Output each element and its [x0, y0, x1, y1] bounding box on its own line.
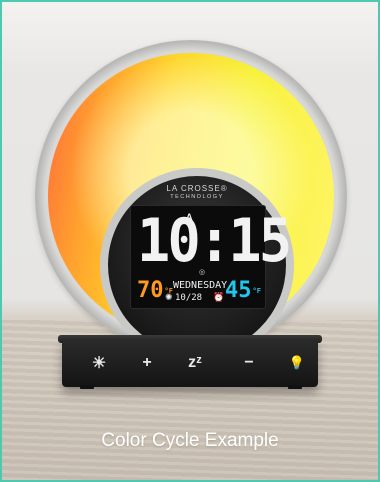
base-foot-right	[288, 385, 302, 389]
weekday-display: WEDNESDAY	[173, 280, 228, 291]
brand-name: LA CROSSE®	[166, 184, 228, 193]
snooze-button[interactable]: zᶻ	[180, 349, 210, 377]
outdoor-temperature: 45°F	[225, 280, 261, 302]
lcd-display: 10:15 A ◎ 70 °F WEDNESDAY ✺ 10/28 ⏰ 45°F	[130, 205, 292, 309]
snooze-icon: zᶻ	[188, 354, 202, 371]
alarm-icon: ⏰	[213, 292, 225, 302]
base-foot-left	[80, 385, 94, 389]
outdoor-temp-unit: °F	[252, 287, 261, 295]
plus-button[interactable]: +	[132, 349, 162, 377]
outdoor-temp-value: 45	[225, 278, 252, 303]
brand-logo: LA CROSSE® TECHNOLOGY	[108, 185, 286, 201]
clock-base: ☀ + zᶻ − 💡	[62, 339, 318, 387]
plus-icon: +	[142, 354, 152, 371]
date-display: 10/28	[175, 293, 203, 303]
am-indicator: A	[186, 212, 193, 222]
product-photo-frame: LA CROSSE® TECHNOLOGY 10:15 A ◎ 70 °F WED…	[0, 0, 380, 482]
lamp-button[interactable]: 💡	[282, 349, 312, 377]
image-caption: Color Cycle Example	[101, 430, 279, 451]
brand-subtitle: TECHNOLOGY	[170, 194, 224, 200]
sun-icon: ☀	[91, 355, 107, 372]
sun-icon: ✺	[165, 292, 173, 302]
indoor-temp-value: 70	[137, 278, 164, 303]
time-display: 10:15	[137, 206, 292, 276]
minus-button[interactable]: −	[234, 349, 264, 377]
lightbulb-icon: 💡	[288, 355, 306, 370]
minus-icon: −	[244, 354, 254, 371]
signal-icon: ◎	[199, 269, 206, 276]
light-mode-button[interactable]: ☀	[84, 349, 114, 377]
